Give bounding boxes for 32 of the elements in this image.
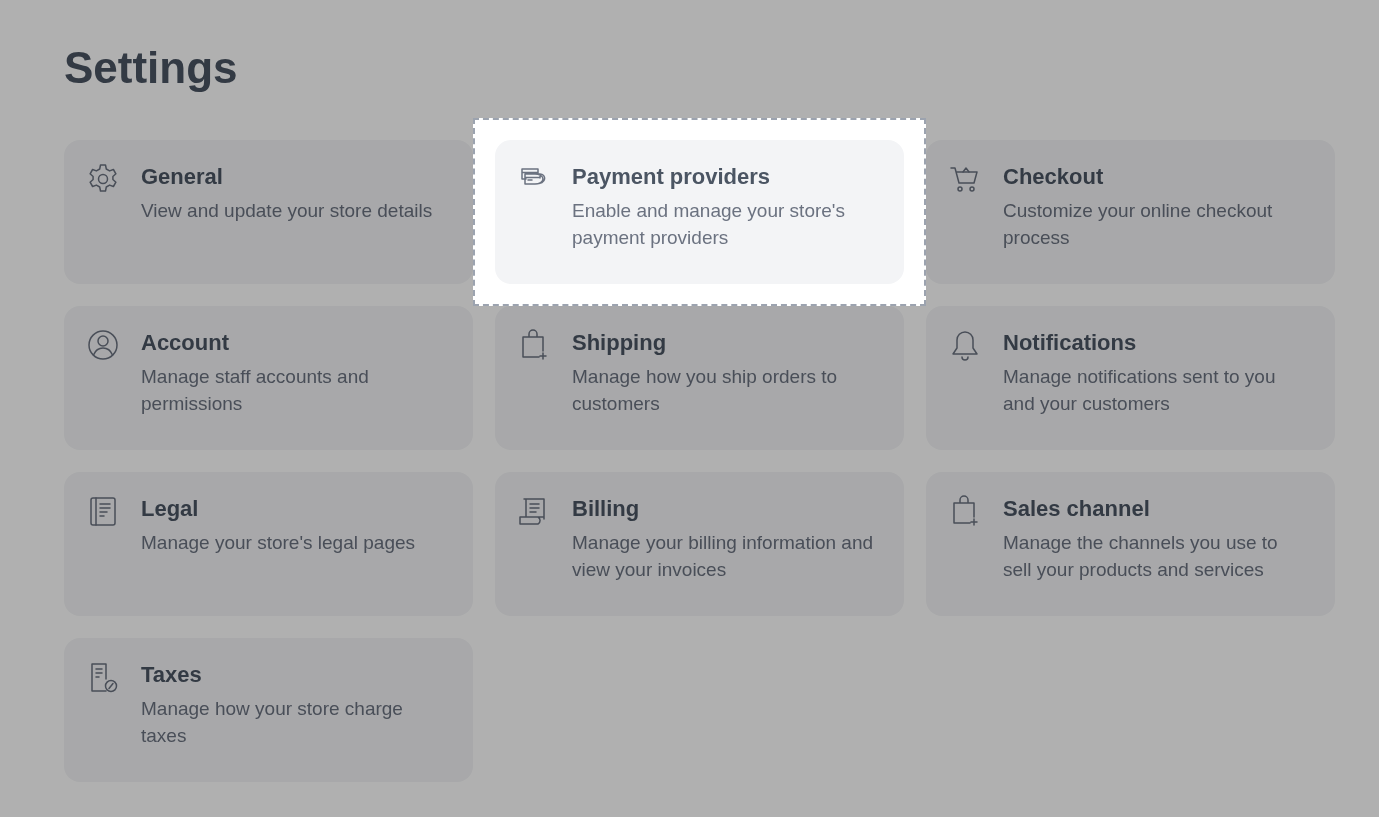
settings-card[interactable]: Payment providers Enable and manage your store's payment providers [495, 140, 904, 284]
card-title: Legal [141, 496, 200, 522]
settings-card[interactable]: Notifications Manage notifications sent to you and your customers [926, 306, 1335, 450]
card-description: Enable and manage your store's payment providers [572, 199, 846, 250]
user-icon [85, 327, 121, 363]
settings-card[interactable]: Billing Manage your billing information and view your invoices [495, 472, 904, 616]
page-title: Settings [64, 42, 239, 94]
card-title: General [141, 164, 224, 190]
settings-card[interactable]: General View and update your store details [64, 140, 473, 284]
card-description: Manage your store's legal pages [141, 531, 415, 555]
card-description: Customize your online checkout process [1003, 199, 1274, 250]
settings-card[interactable]: Legal Manage your store's legal pages [64, 472, 473, 616]
card-title: Notifications [1003, 330, 1138, 356]
card-title: Sales channel [1003, 496, 1151, 522]
card-description: Manage your billing information and view your invoices [572, 531, 874, 582]
card-title: Checkout [1003, 164, 1105, 190]
card-description: Manage notifications sent to you and your customers [1003, 365, 1277, 416]
card-title: Taxes [141, 662, 203, 688]
card-title: Payment providers [572, 164, 772, 190]
card-title: Account [141, 330, 230, 356]
settings-card[interactable]: Account Manage staff accounts and permissions [64, 306, 473, 450]
card-description: View and update your store details [141, 199, 433, 223]
card-title: Billing [572, 496, 641, 522]
card-description: Manage staff accounts and permissions [141, 365, 370, 416]
settings-card[interactable]: Shipping Manage how you ship orders to customers [495, 306, 904, 450]
card-description: Manage the channels you use to sell your products and services [1003, 531, 1279, 582]
settings-card[interactable]: Checkout Customize your online checkout process [926, 140, 1335, 284]
card-description: Manage how your store charge taxes [141, 697, 404, 748]
settings-card[interactable]: Sales channel Manage the channels you use to sell your products and services [926, 472, 1335, 616]
card-title: Shipping [572, 330, 668, 356]
settings-card[interactable]: Taxes Manage how your store charge taxes [64, 638, 473, 782]
card-description: Manage how you ship orders to customers [572, 365, 839, 416]
